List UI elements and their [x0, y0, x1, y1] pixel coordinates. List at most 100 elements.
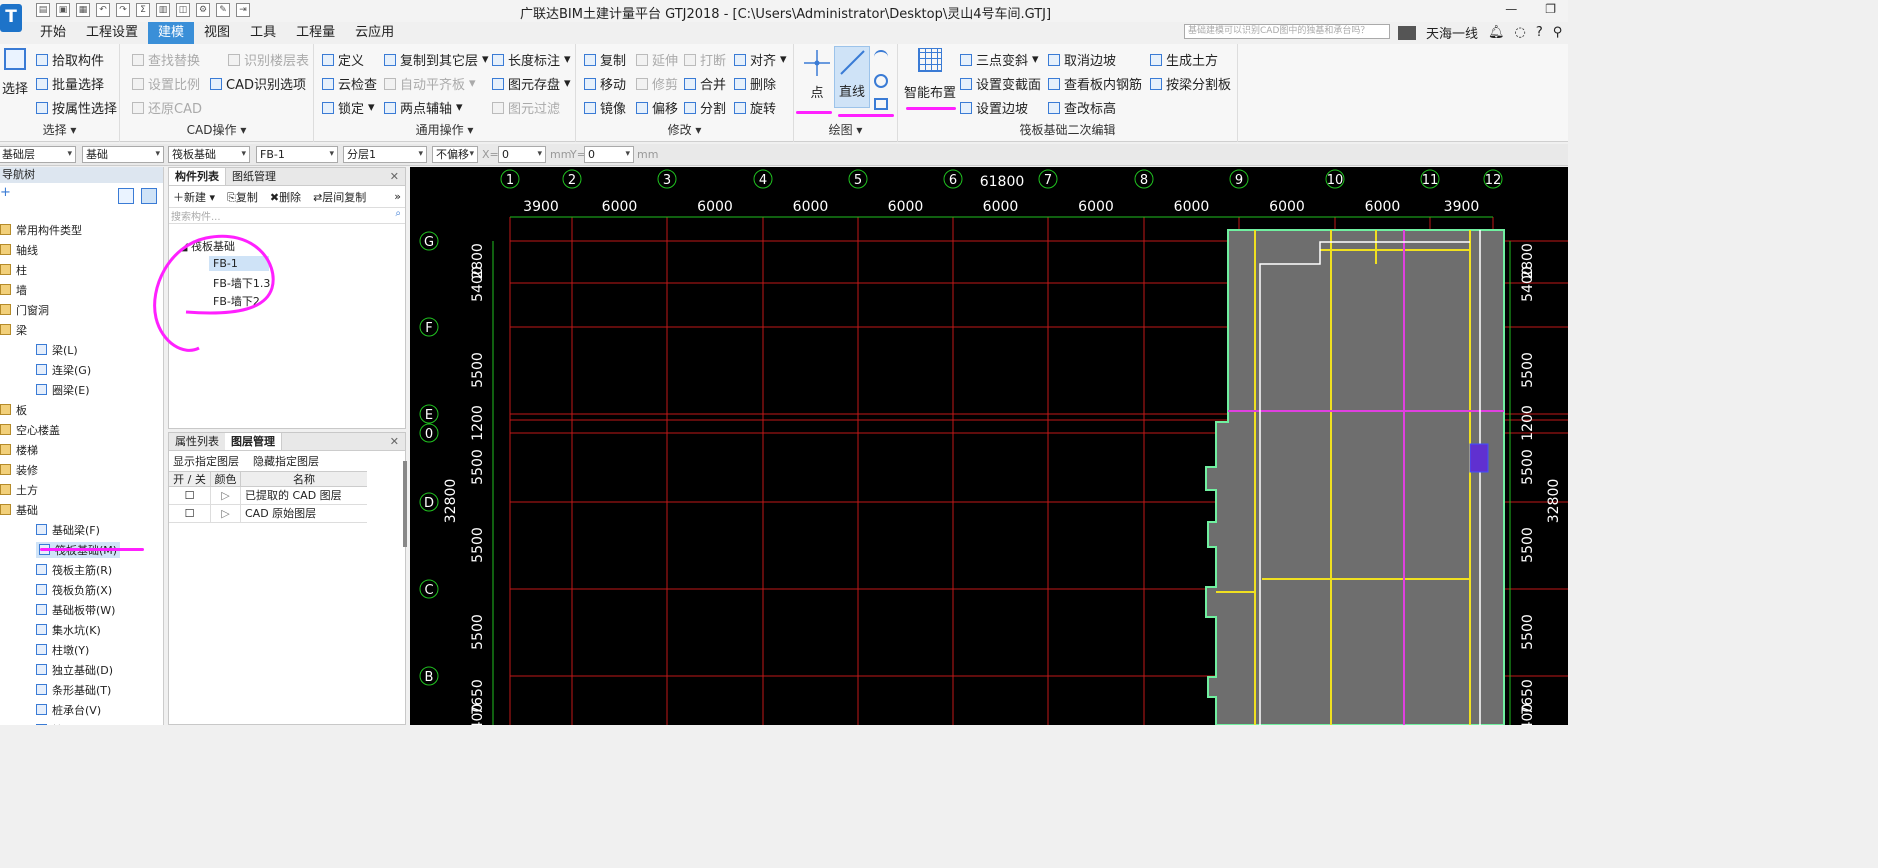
draw-icon[interactable]: ✎ — [216, 3, 230, 17]
show-layer-button[interactable]: 显示指定图层 — [173, 453, 239, 469]
y-input[interactable]: 0 — [584, 146, 634, 163]
arc-icon[interactable] — [874, 50, 888, 64]
split-by-beam-button[interactable]: 按梁分割板 — [1150, 74, 1231, 93]
new-component-button[interactable]: ＋新建 ▾ — [173, 189, 215, 205]
pin-nav-icon[interactable]: + — [0, 185, 11, 200]
pick-component-button[interactable]: 拾取构件 — [36, 50, 104, 69]
component-search-input[interactable]: 搜索构件... ⌕ — [169, 208, 405, 224]
nav-item[interactable]: 筏板负筋(X) — [36, 582, 112, 598]
redo-icon[interactable]: ↷ — [116, 3, 130, 17]
lock-button[interactable]: 锁定 ▾ — [322, 98, 375, 117]
restore-icon[interactable]: ❐ — [1545, 2, 1556, 16]
nav-item[interactable]: 门窗洞 — [0, 302, 49, 318]
nav-item[interactable]: 桩承台(V) — [36, 702, 101, 718]
delete-button[interactable]: 删除 — [734, 74, 776, 93]
tab-property-list[interactable]: 属性列表 — [169, 433, 225, 450]
set-variable-section-button[interactable]: 设置变截面 — [960, 74, 1041, 93]
copy-to-other-layer-button[interactable]: 复制到其它层 ▾ — [384, 50, 489, 69]
tab-layer-management[interactable]: 图层管理 — [225, 433, 282, 450]
minimize-icon[interactable]: — — [1505, 2, 1517, 16]
define-button[interactable]: 定义 — [322, 50, 364, 69]
set-scale-button[interactable]: 设置比例 — [132, 74, 200, 93]
menu-item-4[interactable]: 工具 — [240, 22, 286, 44]
cad-options-button[interactable]: CAD识别选项 — [210, 74, 306, 93]
help-icon[interactable]: ? — [1536, 25, 1543, 40]
identify-floor-table-button[interactable]: 识别楼层表 — [228, 50, 309, 69]
set-edge-slope-button[interactable]: 设置边坡 — [960, 98, 1028, 117]
select-button[interactable]: 选择 — [2, 48, 28, 97]
more-icon[interactable]: » — [394, 190, 405, 203]
expand-icon[interactable]: ▷ — [211, 505, 241, 522]
save-icon[interactable]: ▦ — [76, 3, 90, 17]
menu-item-3[interactable]: 视图 — [194, 22, 240, 44]
copy-between-layers-button[interactable]: ⇄层间复制 — [313, 189, 366, 205]
setting-icon[interactable]: ⚙ — [196, 3, 210, 17]
nav-item[interactable]: 基础 — [0, 502, 38, 518]
menu-item-1[interactable]: 工程设置 — [76, 22, 148, 44]
nav-item[interactable]: 条形基础(T) — [36, 682, 111, 698]
align-button[interactable]: 对齐 ▾ — [734, 50, 787, 69]
nav-item[interactable]: 基础板带(W) — [36, 602, 115, 618]
cad-drawing[interactable]: 1 2 3 4 5 6 7 8 9 10 11 12618003900 6000 6000 6000 6000… — [410, 167, 1568, 725]
view-slab-rebar-button[interactable]: 查看板内钢筋 — [1048, 74, 1142, 93]
common-group-label[interactable]: 通用操作 ▾ — [314, 121, 575, 138]
help-search-input[interactable]: 基础建模可以识别CAD图中的独基和承台吗？ — [1184, 24, 1390, 39]
nav-item[interactable]: 常用构件类型 — [0, 222, 82, 238]
close-panel-icon[interactable]: ✕ — [384, 168, 405, 185]
nav-item[interactable]: 基础梁(F) — [36, 522, 100, 538]
select-by-property-button[interactable]: 按属性选择 — [36, 98, 117, 117]
component-select[interactable]: FB-1 — [256, 146, 338, 163]
extend-button[interactable]: 延伸 — [636, 50, 678, 69]
offset-select[interactable]: 不偏移 — [432, 146, 478, 163]
length-dimension-button[interactable]: 长度标注 ▾ — [492, 50, 571, 69]
cad-group-label[interactable]: CAD操作 ▾ — [120, 121, 313, 138]
merge-button[interactable]: 合并 — [684, 74, 726, 93]
menu-item-5[interactable]: 工程量 — [286, 22, 345, 44]
copy-button[interactable]: 复制 — [584, 50, 626, 69]
mirror-button[interactable]: 镜像 — [584, 98, 626, 117]
restore-cad-button[interactable]: 还原CAD — [132, 98, 202, 117]
nav-item[interactable]: 圈梁(E) — [36, 382, 90, 398]
copy-component-button[interactable]: ⎘复制 — [227, 189, 258, 205]
new-file-icon[interactable]: ▤ — [36, 3, 50, 17]
x-input[interactable]: 0 — [498, 146, 546, 163]
nav-item[interactable]: 板 — [0, 402, 27, 418]
modify-elevation-button[interactable]: 查改标高 — [1048, 98, 1116, 117]
expand-icon[interactable]: ▷ — [211, 487, 241, 504]
category-select[interactable]: 基础 — [82, 146, 164, 163]
two-point-axis-button[interactable]: 两点辅轴 ▾ — [384, 98, 463, 117]
cancel-slope-button[interactable]: 取消边坡 — [1048, 50, 1116, 69]
line-button[interactable]: 直线 — [834, 46, 870, 108]
rotate-button[interactable]: 旋转 — [734, 98, 776, 117]
layer-row[interactable]: ☐ ▷ CAD 原始图层 — [169, 505, 367, 523]
menu-item-2[interactable]: 建模 — [148, 22, 195, 44]
break-button[interactable]: 打断 — [684, 50, 726, 69]
smart-layout-button[interactable]: 智能布置 — [904, 48, 956, 101]
view-icon[interactable]: ◫ — [176, 3, 190, 17]
nav-item[interactable]: 楼梯 — [0, 442, 38, 458]
avatar[interactable] — [1398, 25, 1416, 40]
tab-drawing-management[interactable]: 图纸管理 — [226, 168, 282, 185]
offset-button[interactable]: 偏移 — [636, 98, 678, 117]
undo-icon[interactable]: ↶ — [96, 3, 110, 17]
element-filter-button[interactable]: 图元过滤 — [492, 98, 560, 117]
bell-icon[interactable]: 🔔︎ — [1488, 25, 1505, 40]
select-group-label[interactable]: 选择 ▾ — [0, 121, 119, 138]
layer-toggle-checkbox[interactable]: ☐ — [169, 487, 211, 504]
find-replace-button[interactable]: 查找替换 — [132, 50, 200, 69]
nav-item[interactable]: 集水坑(K) — [36, 622, 101, 638]
modify-group-label[interactable]: 修改 ▾ — [576, 121, 793, 138]
drawing-canvas[interactable]: 1 2 3 4 5 6 7 8 9 10 11 12 61800 3900 6000 6000 6000 6000… — [410, 167, 1568, 725]
batch-select-button[interactable]: 批量选择 — [36, 74, 104, 93]
nav-item[interactable]: 土方 — [0, 482, 38, 498]
trim-button[interactable]: 修剪 — [636, 74, 678, 93]
menu-item-0[interactable]: 开始 — [30, 22, 76, 44]
nav-item[interactable]: 装修 — [0, 462, 38, 478]
generate-earthwork-button[interactable]: 生成土方 — [1150, 50, 1218, 69]
type-select[interactable]: 筏板基础 — [168, 146, 250, 163]
rectangle-icon[interactable] — [874, 98, 888, 110]
point-button[interactable]: 点 — [800, 48, 834, 101]
pin-icon[interactable]: ⚲ — [1553, 25, 1563, 40]
nav-item[interactable]: 轴线 — [0, 242, 38, 258]
menu-item-6[interactable]: 云应用 — [345, 22, 404, 44]
